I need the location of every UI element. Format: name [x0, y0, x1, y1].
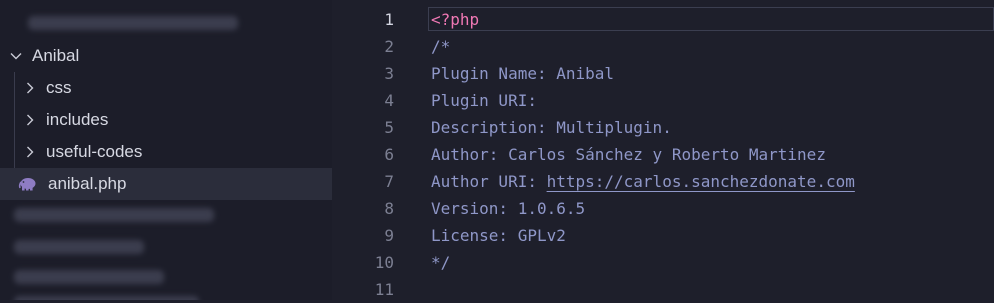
line-number: 2 — [384, 37, 394, 56]
code-line-author-uri: Author URI: https://carlos.sanchezdonate… — [431, 168, 855, 195]
current-line-highlight — [428, 7, 994, 31]
blurred-folder-entry[interactable] — [28, 16, 238, 30]
folder-name: includes — [46, 110, 109, 129]
folder-includes[interactable]: includes — [0, 104, 332, 136]
code-line-description: Description: Multiplugin. — [431, 118, 672, 137]
code-line-php-open-tag: <?php — [431, 10, 480, 29]
code-editor[interactable]: 1 2 3 4 5 6 7 8 9 10 11 <?php /* Plugin … — [332, 0, 994, 300]
folder-css[interactable]: css — [0, 72, 332, 104]
line-number: 4 — [384, 91, 394, 110]
folder-anibal[interactable]: Anibal — [0, 40, 332, 72]
chevron-right-icon — [22, 144, 38, 160]
blurred-folder-entry[interactable] — [14, 208, 214, 222]
code-line-plugin-uri: Plugin URI: — [431, 91, 537, 110]
code-line-comment-start: /* — [431, 37, 451, 56]
author-uri-label: Author URI: — [431, 172, 547, 191]
line-number: 5 — [384, 118, 394, 137]
line-number: 9 — [384, 226, 394, 245]
author-uri-link[interactable]: https://carlos.sanchezdonate.com — [547, 172, 855, 191]
chevron-right-icon — [22, 112, 38, 128]
code-line-comment-end: */ — [431, 253, 451, 272]
chevron-right-icon — [22, 80, 38, 96]
blurred-folder-entry[interactable] — [14, 240, 144, 254]
blurred-folder-entry[interactable] — [14, 296, 199, 300]
blurred-folder-entry[interactable] — [14, 270, 164, 284]
php-elephant-icon — [18, 176, 38, 192]
line-number: 3 — [384, 64, 394, 83]
line-number: 1 — [384, 10, 394, 29]
file-anibal-php[interactable]: anibal.php — [0, 168, 332, 200]
line-number: 11 — [374, 280, 394, 299]
code-line-author: Author: Carlos Sánchez y Roberto Martine… — [431, 145, 826, 164]
line-number: 10 — [374, 253, 394, 272]
line-number: 8 — [384, 199, 394, 218]
folder-useful-codes[interactable]: useful-codes — [0, 136, 332, 168]
line-number: 6 — [384, 145, 394, 164]
line-number: 7 — [384, 172, 394, 191]
file-name: anibal.php — [48, 174, 127, 193]
code-line-license: License: GPLv2 — [431, 226, 566, 245]
chevron-down-icon — [8, 48, 24, 64]
folder-name: useful-codes — [46, 142, 143, 161]
code-line-plugin-name: Plugin Name: Anibal — [431, 64, 615, 83]
folder-name: Anibal — [32, 46, 80, 65]
folder-name: css — [46, 78, 72, 97]
code-line-version: Version: 1.0.6.5 — [431, 199, 586, 218]
file-explorer: Anibal css includes useful-codes anibal.… — [0, 0, 332, 300]
